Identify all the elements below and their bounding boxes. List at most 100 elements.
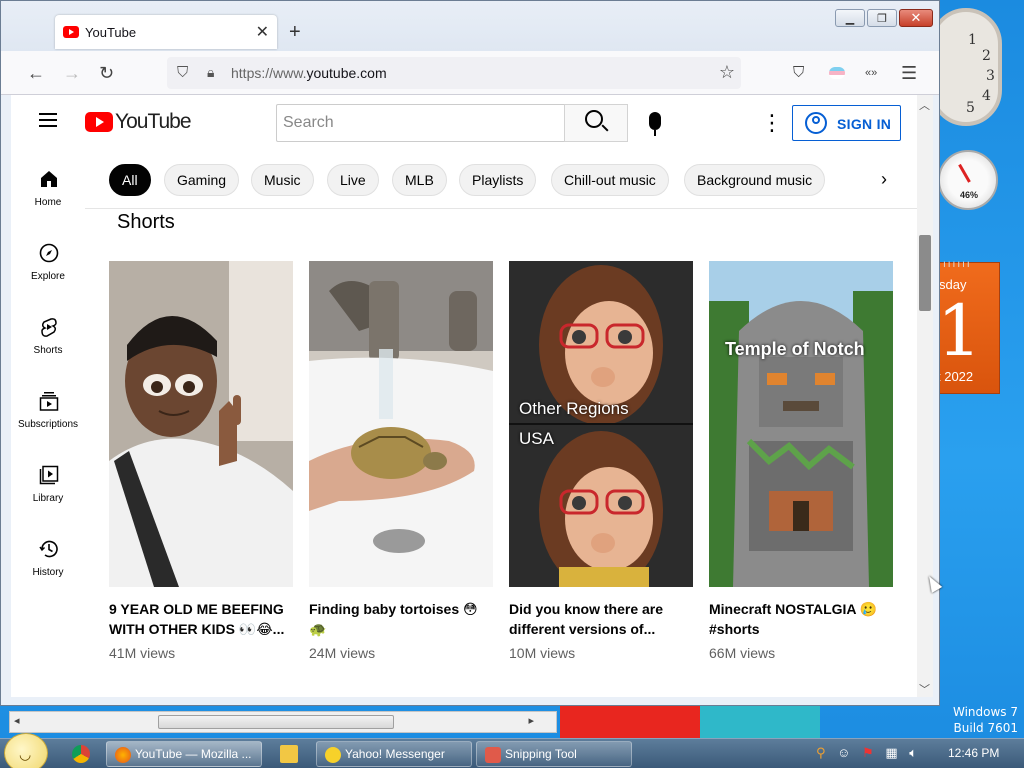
sidebar-item-shorts[interactable]: Shorts (11, 299, 85, 373)
close-icon: ✕ (910, 10, 922, 25)
chip-live[interactable]: Live (327, 164, 379, 196)
youtube-logo-text[interactable]: YouTube (115, 110, 192, 134)
address-bar[interactable]: ⛉ 🔒︎ https://www.youtube.com ☆ (167, 57, 741, 89)
firefox-icon (115, 747, 131, 763)
taskbar: ◡ YouTube — Mozilla ... Yahoo! Messenger… (0, 733, 1024, 768)
navigation-toolbar: ← → ↻ ⛉ 🔒︎ https://www.youtube.com ☆ ⛉ «… (1, 51, 939, 95)
youtube-page: YouTube Search ⋮ SIGN IN Home Explore Sh… (11, 95, 917, 697)
desktop-wallpaper-cyan (700, 700, 820, 740)
calendar-gadget[interactable]: ıııııı sday 1 t 2022 (936, 259, 1000, 394)
thumbnail-art (509, 261, 693, 587)
chrome-icon[interactable] (72, 745, 90, 763)
new-tab-button[interactable]: + (289, 20, 301, 44)
folder-icon[interactable] (280, 745, 298, 763)
home-icon (41, 171, 57, 187)
chip-background-music[interactable]: Background music (684, 164, 826, 196)
chip-chill-out-music[interactable]: Chill-out music (551, 164, 669, 196)
minimize-button[interactable]: ▁ (835, 9, 865, 27)
horizontal-scroll-thumb[interactable] (158, 715, 394, 729)
tab-youtube[interactable]: YouTube ✕ (55, 15, 277, 49)
close-window-button[interactable]: ✕ (899, 9, 933, 27)
thumbnail-art (109, 261, 293, 587)
library-icon (39, 465, 59, 485)
more-options-icon[interactable]: ⋮ (761, 109, 783, 137)
taskbar-clock[interactable]: 12:46 PM (948, 746, 999, 760)
sidebar-item-library[interactable]: Library (11, 447, 85, 521)
start-button[interactable]: ◡ (4, 733, 48, 768)
search-button[interactable] (564, 104, 628, 142)
chip-mlb[interactable]: MLB (392, 164, 447, 196)
close-tab-icon[interactable]: ✕ (256, 22, 269, 42)
thumbnail-art (309, 261, 493, 587)
sidebar-item-subscriptions[interactable]: Subscriptions (11, 373, 85, 447)
section-title: Shorts (117, 211, 175, 233)
search-input[interactable]: Search (276, 104, 565, 142)
history-icon (39, 540, 58, 558)
clock-gadget[interactable]: 1 2 3 4 5 (930, 8, 1002, 126)
chip-playlists[interactable]: Playlists (459, 164, 537, 196)
flag-tray-icon[interactable]: ⚑ (862, 745, 874, 760)
short-thumbnail[interactable] (109, 261, 293, 587)
firefox-window: YouTube ✕ + ▁ ❐ ✕ ← → ↻ ⛉ 🔒︎ https://www… (0, 0, 940, 733)
hamburger-menu-icon[interactable] (39, 113, 57, 127)
short-thumbnail[interactable]: Other Regions USA (509, 261, 693, 587)
network-tray-icon[interactable]: ▦ (885, 745, 897, 760)
vertical-scrollbar[interactable]: ︿ ﹀ (917, 95, 933, 697)
shorts-icon (41, 318, 57, 337)
lock-icon[interactable]: 🔒︎ (207, 64, 214, 81)
forward-icon[interactable]: → (63, 63, 81, 83)
volume-tray-icon[interactable]: 🔈︎ (909, 745, 917, 760)
windows-watermark: Windows 7 Build 7601 (952, 705, 1018, 735)
maximize-button[interactable]: ❐ (867, 9, 897, 27)
reload-icon[interactable]: ↻ (99, 63, 114, 83)
subscriptions-icon (39, 392, 59, 411)
cpu-meter-gadget[interactable]: 46% (938, 150, 998, 210)
pocket-icon[interactable]: ⛉ (793, 63, 804, 83)
scroll-left-icon[interactable]: ◂ (14, 714, 20, 727)
bookmark-star-icon[interactable]: ☆ (719, 62, 735, 83)
chip-music[interactable]: Music (251, 164, 314, 196)
maximize-icon: ❐ (877, 12, 887, 25)
filter-chips-bar: All Gaming Music Live MLB Playlists Chil… (85, 151, 917, 209)
youtube-header: YouTube Search ⋮ SIGN IN (11, 95, 917, 151)
yahoo-messenger-icon (325, 747, 341, 763)
taskbar-item-snipping-tool[interactable]: Snipping Tool (476, 741, 632, 767)
taskbar-item-yahoo-messenger[interactable]: Yahoo! Messenger (316, 741, 472, 767)
compass-icon (39, 243, 59, 263)
youtube-logo-icon[interactable] (85, 112, 113, 132)
scroll-right-icon[interactable]: ▸ (528, 714, 534, 727)
search-tray-icon[interactable]: ⚲ (816, 745, 826, 760)
profile-flag-icon[interactable] (829, 67, 845, 79)
short-thumbnail[interactable] (309, 261, 493, 587)
search-icon (585, 110, 603, 128)
chevron-right-icon[interactable]: › (881, 169, 887, 190)
chip-all[interactable]: All (109, 164, 151, 196)
url-text[interactable]: https://www.youtube.com (231, 65, 387, 81)
snipping-tool-icon (485, 747, 501, 763)
chip-gaming[interactable]: Gaming (164, 164, 240, 196)
microphone-icon[interactable] (649, 112, 661, 136)
sign-in-button[interactable]: SIGN IN (792, 105, 901, 141)
scroll-down-icon[interactable]: ﹀ (919, 681, 930, 697)
smiley-icon: ◡ (19, 746, 32, 762)
short-thumbnail[interactable]: Temple of Notch (709, 261, 893, 587)
system-tray: ⚲ ☺ ⚑ ▦ 🔈︎ (816, 745, 917, 761)
sidebar-item-explore[interactable]: Explore (11, 225, 85, 299)
taskbar-item-firefox[interactable]: YouTube — Mozilla ... (106, 741, 262, 767)
sidebar-item-home[interactable]: Home (11, 151, 85, 225)
shield-icon[interactable]: ⛉ (177, 64, 188, 81)
account-icon (805, 112, 827, 134)
extensions-icon[interactable]: «» (865, 63, 877, 83)
title-bar: YouTube ✕ + ▁ ❐ ✕ (1, 1, 939, 51)
emoji-tray-icon[interactable]: ☺ (837, 745, 850, 760)
scroll-up-icon[interactable]: ︿ (919, 97, 930, 113)
vertical-scroll-thumb[interactable] (919, 235, 931, 311)
window-controls: ▁ ❐ ✕ (835, 9, 933, 27)
menu-icon[interactable]: ☰ (901, 63, 917, 83)
youtube-favicon-icon (63, 26, 79, 38)
calendar-rings: ıııııı (943, 259, 972, 270)
back-icon[interactable]: ← (27, 63, 45, 83)
thumbnail-art (709, 261, 893, 587)
horizontal-scrollbar[interactable]: ◂ ▸ (9, 711, 557, 733)
sidebar-item-history[interactable]: History (11, 521, 85, 595)
